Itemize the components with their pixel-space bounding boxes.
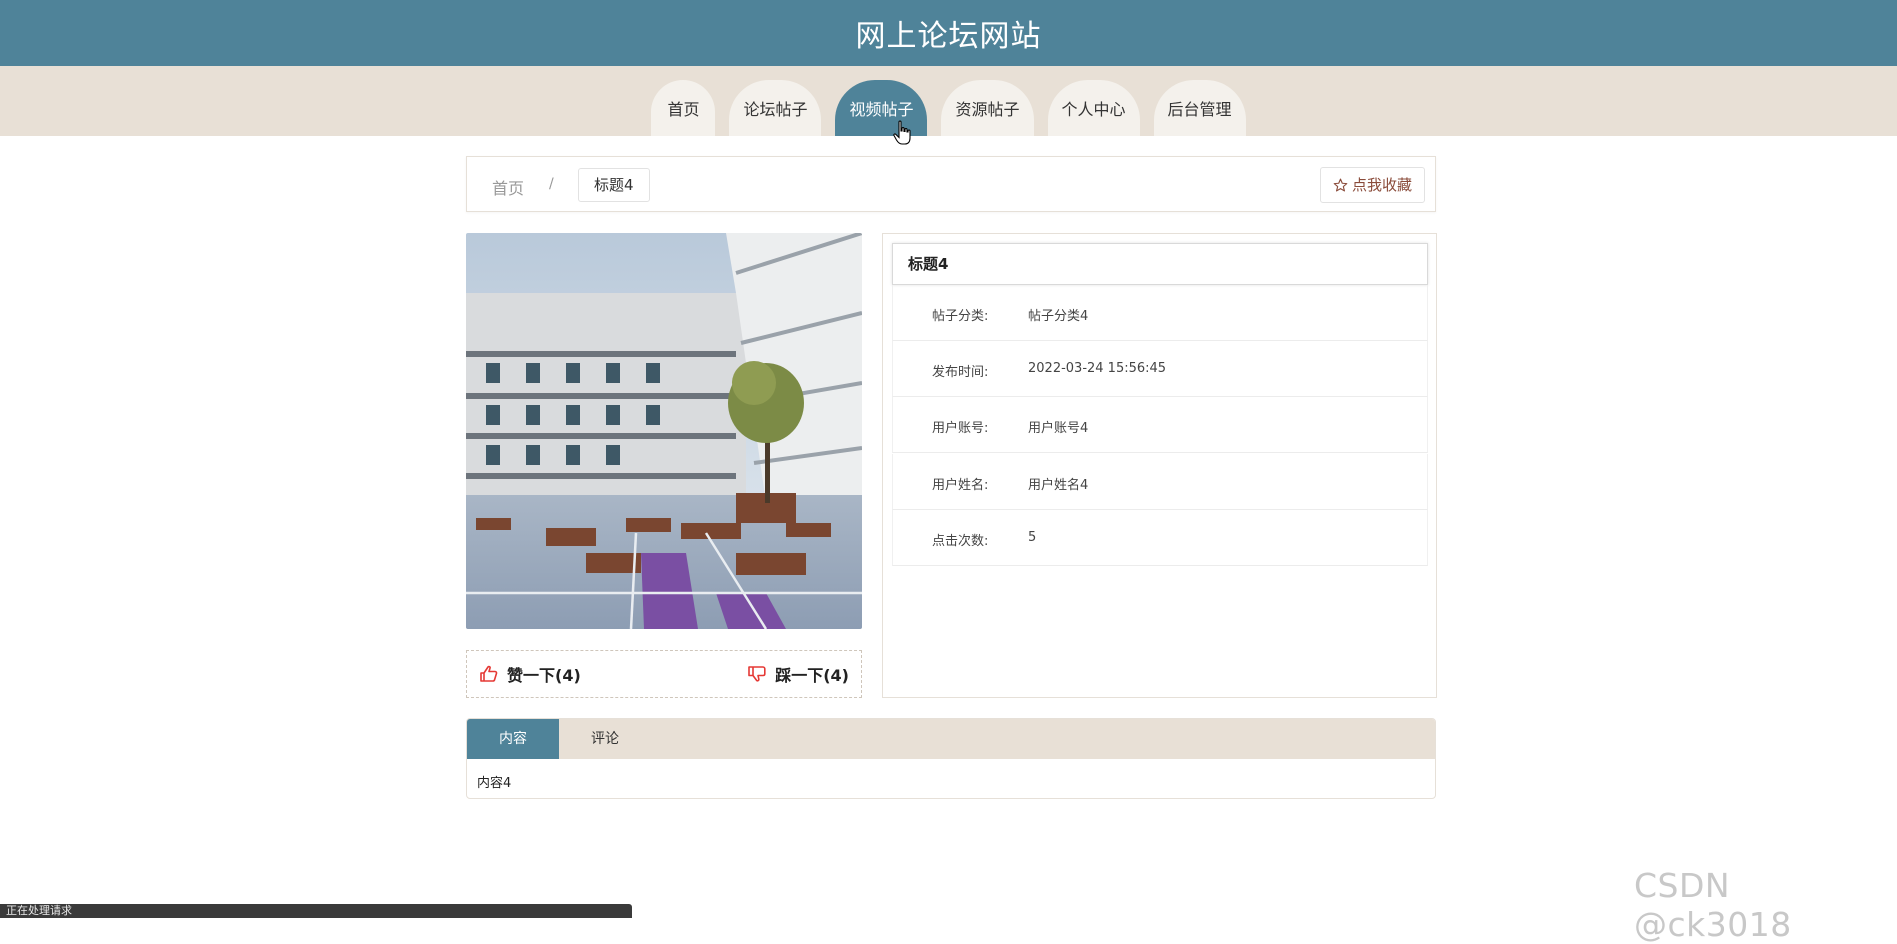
tabs-header: 内容 评论	[467, 719, 1435, 759]
info-row-user-account: 用户账号: 用户账号4	[892, 397, 1428, 453]
info-label: 发布时间:	[932, 365, 989, 380]
dislike-button[interactable]: 踩一下(4)	[747, 662, 849, 686]
nav-item-personal-center[interactable]: 个人中心	[1047, 80, 1140, 136]
info-value: 帖子分类4	[1028, 309, 1089, 324]
breadcrumb: 首页 / 标题4 点我收藏	[466, 156, 1436, 212]
thumbs-down-icon	[748, 666, 766, 682]
nav-item-video-posts[interactable]: 视频帖子	[835, 80, 928, 136]
dislike-label: 踩一下(4)	[775, 666, 849, 685]
info-label: 用户账号:	[932, 421, 989, 436]
nav-item-forum-posts[interactable]: 论坛帖子	[729, 80, 822, 136]
info-value: 5	[1028, 530, 1037, 545]
post-title: 标题4	[892, 243, 1428, 285]
tab-content[interactable]: 内容	[467, 719, 559, 759]
site-header: 网上论坛网站	[0, 0, 1897, 66]
breadcrumb-separator: /	[549, 176, 554, 192]
info-label: 用户姓名:	[932, 478, 989, 493]
nav-list: 首页 论坛帖子 视频帖子 资源帖子 个人中心 后台管理	[0, 80, 1897, 136]
info-label: 点击次数:	[932, 534, 989, 549]
main-nav: 首页 论坛帖子 视频帖子 资源帖子 个人中心 后台管理	[0, 66, 1897, 136]
favorite-button[interactable]: 点我收藏	[1319, 167, 1425, 203]
csdn-watermark: CSDN @ck3018	[1634, 866, 1792, 944]
tab-comments[interactable]: 评论	[559, 719, 651, 759]
info-label: 帖子分类:	[932, 309, 989, 324]
info-value: 用户账号4	[1028, 421, 1089, 436]
hand-cursor-icon	[893, 120, 911, 145]
post-cover-image	[466, 233, 862, 629]
info-row-publish-time: 发布时间: 2022-03-24 15:56:45	[892, 341, 1428, 397]
like-label: 赞一下(4)	[507, 666, 581, 685]
nav-item-resource-posts[interactable]: 资源帖子	[941, 80, 1034, 136]
vote-bar: 赞一下(4) 踩一下(4)	[466, 650, 862, 698]
info-row-category: 帖子分类: 帖子分类4	[892, 285, 1428, 341]
info-row-user-name: 用户姓名: 用户姓名4	[892, 454, 1428, 510]
breadcrumb-home-link[interactable]: 首页	[492, 175, 524, 199]
info-value: 用户姓名4	[1028, 478, 1089, 493]
browser-status-bar: 正在处理请求	[0, 904, 632, 918]
nav-item-admin[interactable]: 后台管理	[1153, 80, 1246, 136]
site-title: 网上论坛网站	[855, 19, 1042, 54]
tab-content-body: 内容4	[477, 776, 512, 791]
thumbs-up-icon	[480, 665, 498, 682]
post-info-panel: 标题4 帖子分类: 帖子分类4 发布时间: 2022-03-24 15:56:4…	[882, 233, 1437, 698]
breadcrumb-current: 标题4	[578, 168, 650, 202]
like-button[interactable]: 赞一下(4)	[479, 662, 581, 686]
star-icon	[1333, 178, 1348, 191]
info-value: 2022-03-24 15:56:45	[1028, 361, 1167, 376]
post-tabs: 内容 评论 内容4	[466, 718, 1436, 799]
favorite-label: 点我收藏	[1351, 176, 1412, 194]
courtyard-photo	[466, 233, 862, 629]
info-row-click-count: 点击次数: 5	[892, 510, 1428, 566]
nav-item-home[interactable]: 首页	[651, 80, 716, 136]
